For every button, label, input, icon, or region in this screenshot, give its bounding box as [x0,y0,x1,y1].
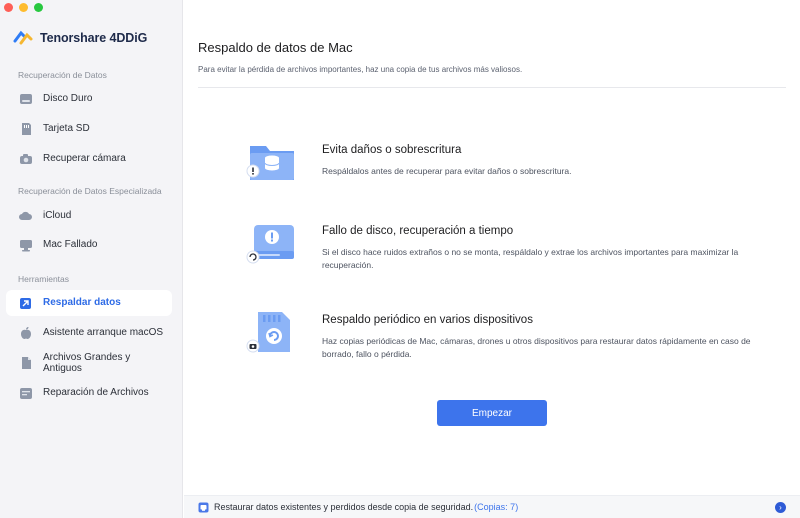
sidebar-item-backup[interactable]: Respaldar datos [6,290,172,316]
sidebar-item-label: Respaldar datos [43,297,121,309]
window-controls [4,3,43,12]
main-panel: Respaldo de datos de Mac Para evitar la … [184,0,800,518]
sidebar-item-label: Mac Fallado [43,239,98,251]
backup-count-link[interactable]: (Copias: 7) [474,502,518,512]
restore-icon [198,502,209,512]
restore-footer[interactable]: Restaurar datos existentes y perdidos de… [184,495,800,518]
zoom-window-button[interactable] [34,3,43,12]
section-title-tools: Herramientas [18,274,70,284]
sidebar-item-file-repair[interactable]: Reparación de Archivos [6,380,172,406]
section-title-data-recovery: Recuperación de Datos [18,70,107,80]
disk-warning-icon [246,225,294,264]
repair-icon [18,386,33,401]
arrow-right-icon[interactable]: › [775,502,786,513]
feature-title: Fallo de disco, recuperación a tiempo [322,225,514,237]
brand-logo-icon [13,30,33,45]
sidebar-item-sd-card[interactable]: Tarjeta SD [6,116,172,142]
brand: Tenorshare 4DDiG [12,28,147,48]
crashed-mac-icon [18,238,33,253]
sidebar: Tenorshare 4DDiG Recuperación de Datos D… [0,0,183,518]
page-title: Respaldo de datos de Mac [198,40,353,55]
sidebar-item-camera[interactable]: Recuperar cámara [6,146,172,172]
sidebar-item-label: Asistente arranque macOS [43,327,164,339]
sidebar-item-label: Tarjeta SD [43,123,90,135]
sidebar-item-label: Recuperar cámara [43,153,126,165]
close-window-button[interactable] [4,3,13,12]
sidebar-item-label: Reparación de Archivos [43,387,149,399]
sidebar-item-crashed-mac[interactable]: Mac Fallado [6,232,172,258]
start-button[interactable]: Empezar [437,400,547,426]
feature-description: Respáldalos antes de recuperar para evit… [322,166,572,176]
feature-description: Haz copias periódicas de Mac, cámaras, d… [322,336,751,359]
hard-drive-icon [18,92,33,107]
page-subtitle: Para evitar la pérdida de archivos impor… [198,65,523,74]
sidebar-item-hard-drive[interactable]: Disco Duro [6,86,172,112]
files-icon [18,356,33,371]
sidebar-item-label: Archivos Grandes y Antiguos [43,351,131,375]
sd-card-icon [18,122,33,137]
sidebar-item-icloud[interactable]: iCloud [6,203,172,229]
feature-description: Si el disco hace ruidos extraños o no se… [322,247,739,270]
section-title-specialized-recovery: Recuperación de Datos Especializada [18,186,162,196]
restore-text: Restaurar datos existentes y perdidos de… [214,502,474,512]
divider [198,87,786,88]
feature-title: Respaldo periódico en varios dispositivo… [322,314,533,326]
cloud-icon [18,209,33,224]
feature-title: Evita daños o sobrescritura [322,144,462,156]
apple-icon [18,326,33,341]
sidebar-item-label: iCloud [43,210,72,222]
sd-sync-icon [246,312,290,353]
folder-database-icon [246,146,294,180]
brand-name: Tenorshare 4DDiG [40,31,148,45]
sidebar-item-label: Disco Duro [43,93,93,105]
camera-icon [18,152,33,167]
minimize-window-button[interactable] [19,3,28,12]
sidebar-item-macos-boot[interactable]: Asistente arranque macOS [6,320,172,346]
backup-icon [18,296,33,311]
sidebar-item-large-files[interactable]: Archivos Grandes y Antiguos [6,350,172,376]
